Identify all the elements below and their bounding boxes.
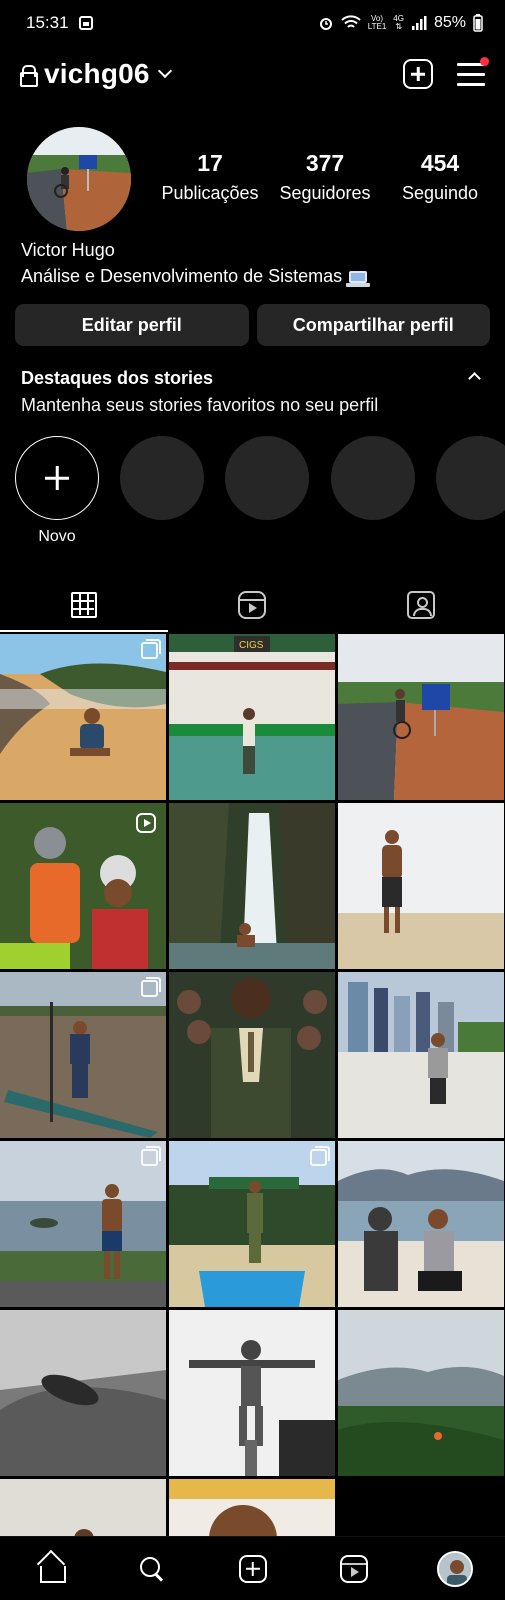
notification-dot	[480, 57, 489, 66]
post-thumbnail[interactable]	[338, 972, 504, 1138]
mobile-data-indicator: 4G ⇅	[393, 14, 404, 31]
posts-count: 17	[197, 150, 223, 176]
posts-grid: CIGS	[0, 634, 505, 1536]
laptop-emoji-icon	[346, 271, 371, 287]
carousel-icon	[141, 977, 161, 997]
battery-percent: 85%	[433, 14, 466, 31]
profile-name: Victor Hugo	[21, 240, 115, 260]
carousel-icon	[310, 1146, 330, 1166]
post-thumbnail[interactable]	[338, 634, 504, 800]
post-thumbnail[interactable]	[338, 1141, 504, 1307]
highlights-title: Destaques dos stories	[21, 368, 214, 388]
tab-tagged[interactable]	[337, 578, 505, 632]
profile-avatar[interactable]	[27, 127, 131, 231]
posts-label: Publicações	[161, 183, 259, 203]
lte-label: LTE1	[367, 22, 387, 31]
nav-search[interactable]	[127, 1544, 177, 1594]
profile-tabs	[0, 578, 505, 632]
alarm-icon	[319, 18, 332, 30]
carousel-icon	[141, 1146, 161, 1166]
edit-profile-button[interactable]: Editar perfil	[15, 304, 249, 346]
profile-bio-wrap: Análise e Desenvolvimento de Sistemas	[21, 266, 371, 287]
post-thumbnail[interactable]	[169, 803, 335, 969]
highlights-row: Novo	[15, 436, 505, 546]
username-switcher[interactable]: vichg06	[44, 58, 150, 90]
profile-bio: Análise e Desenvolvimento de Sistemas	[21, 266, 343, 286]
reels-icon	[238, 591, 267, 619]
followers-stat[interactable]: 377 Seguidores	[270, 150, 380, 204]
post-thumbnail[interactable]	[0, 803, 166, 969]
post-thumbnail[interactable]	[169, 1310, 335, 1476]
volte-indicator: Vo) LTE1	[368, 15, 387, 31]
wifi-icon	[341, 15, 361, 28]
nav-create[interactable]	[228, 1544, 278, 1594]
following-stat[interactable]: 454 Seguindo	[385, 150, 495, 204]
chevron-up-icon[interactable]	[468, 372, 481, 385]
following-label: Seguindo	[401, 183, 479, 203]
svg-text:CIGS: CIGS	[239, 640, 264, 651]
following-count: 454	[420, 150, 460, 176]
reels-icon	[339, 1554, 368, 1583]
grid-icon	[71, 592, 98, 618]
post-thumbnail[interactable]	[0, 1141, 166, 1307]
profile-avatar-icon	[436, 1550, 473, 1587]
post-thumbnail[interactable]	[0, 1479, 166, 1536]
create-post-button[interactable]	[403, 59, 433, 89]
post-thumbnail[interactable]	[338, 1310, 504, 1476]
signal-icon	[411, 16, 427, 30]
battery-icon	[473, 14, 483, 32]
bottom-navigation	[0, 1536, 505, 1600]
status-time: 15:31	[26, 13, 69, 32]
nav-reels[interactable]	[329, 1544, 379, 1594]
nav-profile[interactable]	[430, 1544, 480, 1594]
post-thumbnail[interactable]	[169, 1141, 335, 1307]
posts-stat[interactable]: 17 Publicações	[155, 150, 265, 204]
status-bar: 15:31 Vo) LTE1 4G ⇅ 85%	[0, 0, 505, 46]
gallery-notification-icon	[78, 16, 93, 30]
highlight-placeholder	[225, 436, 309, 520]
carousel-icon	[141, 639, 161, 659]
post-thumbnail[interactable]	[169, 1479, 335, 1536]
highlights-subtitle: Mantenha seus stories favoritos no seu p…	[21, 395, 379, 415]
menu-button[interactable]	[457, 57, 489, 86]
post-thumbnail[interactable]	[0, 634, 166, 800]
chevron-down-icon[interactable]	[157, 63, 172, 79]
tab-posts[interactable]	[0, 578, 169, 632]
post-thumbnail[interactable]: CIGS	[169, 634, 335, 800]
create-icon	[238, 1554, 267, 1583]
highlight-placeholder	[331, 436, 415, 520]
highlight-placeholder	[120, 436, 204, 520]
followers-count: 377	[305, 150, 345, 176]
profile-stats: 17 Publicações 377 Seguidores 454 Seguin…	[155, 150, 495, 204]
highlight-placeholder	[436, 436, 505, 520]
post-thumbnail[interactable]	[169, 972, 335, 1138]
post-thumbnail[interactable]	[338, 803, 504, 969]
post-thumbnail[interactable]	[0, 972, 166, 1138]
home-icon	[38, 1557, 66, 1583]
tagged-icon	[406, 591, 435, 619]
followers-label: Seguidores	[279, 183, 371, 203]
lock-icon	[20, 65, 38, 87]
share-profile-button[interactable]: Compartilhar perfil	[256, 304, 490, 346]
new-highlight-label: Novo	[38, 528, 76, 545]
reel-icon	[136, 813, 156, 833]
post-thumbnail[interactable]	[0, 1310, 166, 1476]
profile-header: vichg06	[0, 52, 505, 96]
tab-reels[interactable]	[168, 578, 336, 632]
nav-home[interactable]	[26, 1544, 76, 1594]
search-icon	[139, 1556, 164, 1581]
new-highlight-button[interactable]	[15, 436, 99, 520]
